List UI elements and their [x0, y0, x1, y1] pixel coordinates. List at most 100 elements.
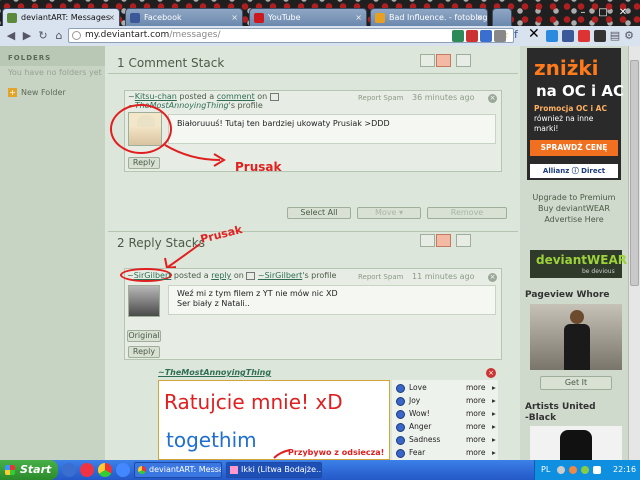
deviantwear-banner[interactable]: deviantWEAR be devious — [530, 250, 627, 278]
popup-header: ~TheMostAnnoyingThing — [158, 368, 498, 380]
view-icon-stack[interactable] — [436, 54, 451, 67]
artists-united-image[interactable] — [530, 426, 622, 460]
chrome-icon[interactable] — [98, 463, 112, 477]
view-icon-compact[interactable] — [456, 54, 471, 67]
tab-fotoblog[interactable]: Bad Influence. - fotoblog t... × — [370, 8, 488, 26]
more-link[interactable]: more — [466, 396, 485, 405]
close-tab-icon[interactable]: × — [355, 9, 362, 26]
extension-icon[interactable] — [466, 30, 478, 42]
pageview-whore-image[interactable] — [530, 304, 622, 370]
plus-icon: + — [8, 88, 17, 97]
avatar[interactable] — [128, 285, 160, 317]
more-link[interactable]: more — [466, 448, 485, 457]
minimize-button[interactable]: – — [574, 6, 592, 20]
emotion-row-sadness[interactable]: Sadness more ▸ — [396, 435, 496, 447]
premium-links: Upgrade to Premium Buy deviantWEAR Adver… — [520, 192, 628, 225]
quicklaunch-icon[interactable] — [62, 463, 76, 477]
start-button[interactable]: Start — [0, 460, 58, 480]
volume-icon[interactable] — [593, 466, 601, 474]
tray-icon[interactable] — [557, 466, 565, 474]
taskbar-item-ikki[interactable]: Ikki (Litwa Bodajże....... — [226, 462, 322, 478]
upgrade-premium-link[interactable]: Upgrade to Premium — [520, 192, 628, 203]
facebook-extension-icon[interactable]: f — [514, 28, 518, 41]
close-tab-icon[interactable]: × — [476, 9, 483, 26]
move-button[interactable]: Move ▾ — [357, 207, 421, 219]
reply-button[interactable]: Reply — [128, 157, 160, 169]
address-bar[interactable]: my.deviantart.com/messages/ ☆ — [68, 28, 514, 43]
original-button[interactable]: Original — [127, 330, 161, 342]
on-text: on — [233, 271, 244, 280]
tab-deviantart-messages[interactable]: deviantART: Messages × — [2, 8, 120, 26]
comment-link[interactable]: comment — [217, 92, 255, 101]
tray-icon[interactable] — [581, 466, 589, 474]
artists-united-line2: -Black — [525, 413, 557, 423]
more-link[interactable]: more — [466, 422, 485, 431]
language-indicator[interactable]: PL — [541, 460, 550, 480]
emotion-row-joy[interactable]: Joy more ▸ — [396, 396, 496, 408]
page-menu-icon[interactable]: ▤ — [608, 29, 622, 43]
close-tab-icon[interactable]: × — [231, 9, 238, 26]
home-icon[interactable]: ⌂ — [52, 29, 66, 43]
reload-icon[interactable]: ↻ — [36, 29, 50, 43]
dismiss-icon[interactable]: × — [488, 273, 497, 282]
close-window-button[interactable]: ✕ — [614, 6, 632, 20]
extension-icon[interactable] — [562, 30, 574, 42]
emotion-label: Sadness — [409, 435, 441, 444]
close-tab-icon[interactable]: × — [108, 9, 115, 26]
extension-icon[interactable] — [578, 30, 590, 42]
comment-author-link[interactable]: Kitsu-chan — [135, 92, 177, 101]
quicklaunch-icon[interactable] — [116, 463, 130, 477]
view-icon-list[interactable] — [420, 234, 435, 247]
no-folders-text: You have no folders yet — [8, 68, 102, 77]
new-folder-link[interactable]: + New Folder — [8, 88, 66, 97]
scrollbar-thumb[interactable] — [630, 60, 639, 286]
maximize-button[interactable]: □ — [594, 6, 612, 20]
emotion-label: Love — [409, 383, 427, 392]
extension-icon[interactable] — [480, 30, 492, 42]
extension-icon[interactable] — [452, 30, 464, 42]
close-x-icon[interactable]: ✕ — [528, 26, 540, 42]
tab-facebook[interactable]: Facebook × — [125, 8, 243, 26]
more-link[interactable]: more — [466, 435, 485, 444]
extension-icon[interactable] — [546, 30, 558, 42]
close-popup-icon[interactable]: × — [486, 368, 496, 378]
reply-author-link[interactable]: SirGilbert — [134, 271, 172, 280]
emotion-row-fear[interactable]: Fear more ▸ — [396, 448, 496, 460]
view-icon-stack[interactable] — [436, 234, 451, 247]
love-icon — [396, 383, 405, 393]
emotion-row-love[interactable]: Love more ▸ — [396, 383, 496, 395]
extension-icon[interactable] — [494, 30, 506, 42]
remove-button[interactable]: Remove — [427, 207, 507, 219]
reply-button[interactable]: Reply — [128, 346, 160, 358]
deviantwear-link[interactable]: Buy deviantWEAR — [520, 203, 628, 214]
forward-icon[interactable]: ▶ — [20, 29, 34, 43]
ad-check-price-button[interactable]: SPRAWDŹ CENĘ — [530, 140, 618, 156]
get-it-button[interactable]: Get It — [540, 376, 612, 390]
report-spam-link[interactable]: Report Spam — [358, 273, 403, 281]
report-spam-link[interactable]: Report Spam — [358, 94, 403, 102]
more-link[interactable]: more — [466, 409, 485, 418]
dismiss-icon[interactable]: × — [488, 94, 497, 103]
wrench-icon[interactable]: ⚙ — [622, 29, 636, 43]
view-icon-compact[interactable] — [456, 234, 471, 247]
quicklaunch-icon[interactable] — [80, 463, 94, 477]
extension-icon[interactable] — [594, 30, 606, 42]
back-icon[interactable]: ◀ — [4, 29, 18, 43]
taskbar-item-deviantart[interactable]: deviantART: Messag... — [134, 462, 222, 478]
emotion-row-wow[interactable]: Wow! more ▸ — [396, 409, 496, 421]
emotion-row-anger[interactable]: Anger more ▸ — [396, 422, 496, 434]
view-toggle — [420, 234, 476, 248]
popup-user-link[interactable]: ~TheMostAnnoyingThing — [158, 368, 271, 377]
new-tab-button[interactable] — [492, 8, 512, 26]
view-icon-list[interactable] — [420, 54, 435, 67]
reply-link[interactable]: reply — [211, 271, 231, 280]
advertise-link[interactable]: Advertise Here — [520, 214, 628, 225]
posted-text: posted a — [173, 271, 209, 280]
select-all-button[interactable]: Select All — [287, 207, 351, 219]
reply-target-link[interactable]: ~SirGilbert — [258, 271, 302, 280]
handwritten-text-blue: togethim — [166, 428, 257, 452]
vertical-scrollbar[interactable] — [628, 46, 640, 460]
tray-icon[interactable] — [569, 466, 577, 474]
tab-youtube[interactable]: YouTube × — [249, 8, 367, 26]
more-link[interactable]: more — [466, 383, 485, 392]
